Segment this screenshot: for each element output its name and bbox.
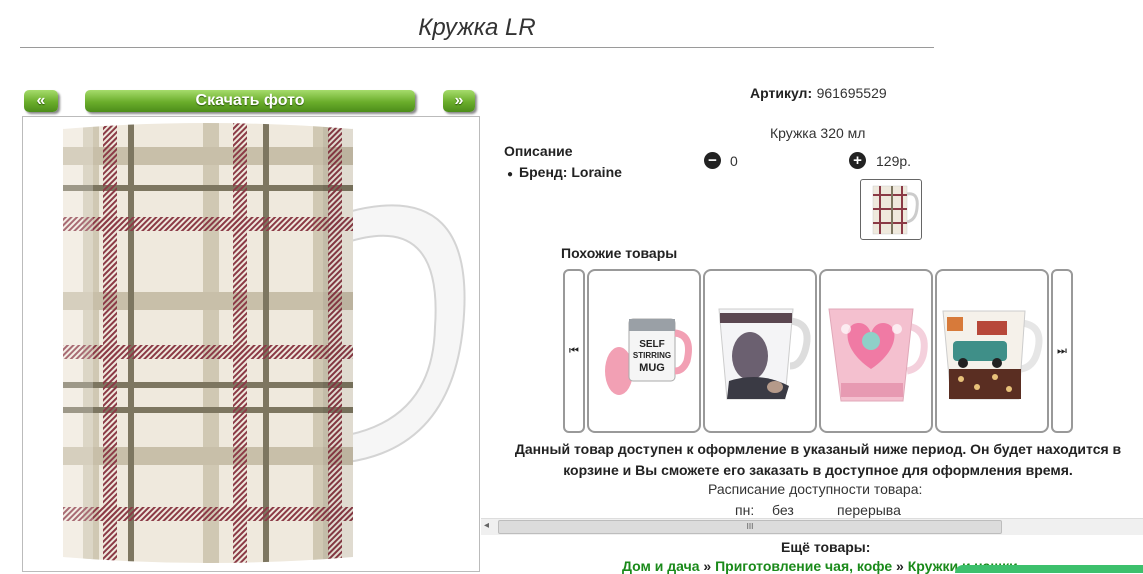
crumb-tea-coffee[interactable]: Приготовление чая, кофе <box>715 558 892 574</box>
article-value: 961695529 <box>816 85 887 101</box>
grey-print-mug-image <box>718 308 811 400</box>
price: 129р. <box>876 153 912 169</box>
schedule-title: Расписание доступности товара: <box>708 481 923 497</box>
photo-thumbnail[interactable] <box>860 179 922 240</box>
more-title: Ещё товары: <box>781 539 871 555</box>
plaid-mug-image <box>62 119 466 563</box>
similar-item-pink-heart-mug[interactable] <box>819 269 933 433</box>
crumb-separator: » <box>896 558 904 574</box>
availability-notice: Данный товар доступен к оформление в ука… <box>514 441 1122 478</box>
bullet-icon: ● <box>507 169 514 180</box>
plaid-mug-thumb <box>872 185 919 235</box>
carousel-next-button[interactable]: ⏭ <box>1051 269 1073 433</box>
quantity-value: 0 <box>730 153 738 169</box>
schedule-day: пн: <box>735 502 755 518</box>
product-name: Кружка 320 мл <box>770 125 866 141</box>
mug-print-line3: MUG <box>639 362 665 374</box>
similar-item-self-stirring-mug[interactable]: SELF STIRRING MUG <box>587 269 701 433</box>
next-photo-button[interactable]: » <box>443 90 475 112</box>
crumb-separator: » <box>703 558 712 574</box>
article-label: Артикул: <box>750 85 813 101</box>
minus-icon[interactable]: − <box>704 152 721 169</box>
similar-item-grey-print-mug[interactable] <box>703 269 817 433</box>
product-photo[interactable] <box>22 116 480 572</box>
download-photo-button[interactable]: Скачать фото <box>85 90 415 112</box>
mug-print-line2: STIRRING <box>633 351 671 360</box>
car-print-mug-image <box>942 310 1043 400</box>
brand-item: ● Бренд: Loraine <box>507 164 622 182</box>
page-title: Кружка LR <box>418 14 536 41</box>
schedule-without: без <box>772 502 794 518</box>
pink-heart-mug-image <box>828 308 928 402</box>
description-label: Описание <box>504 143 573 159</box>
plus-icon[interactable]: + <box>849 152 866 169</box>
schedule-breaks: перерыва <box>837 502 901 518</box>
skip-back-icon: ⏮ <box>569 345 579 357</box>
scroll-left-icon[interactable]: ◂ <box>484 520 489 531</box>
article-row: Артикул: 961695529 <box>750 85 887 103</box>
similar-item-car-print-mug[interactable] <box>935 269 1049 433</box>
similar-title: Похожие товары <box>561 245 678 261</box>
brand-label: Бренд: Loraine <box>519 164 622 180</box>
mug-print-line1: SELF <box>639 339 665 350</box>
chat-widget-tab[interactable] <box>955 565 1143 573</box>
scroll-grip-icon: III <box>746 522 754 531</box>
crumb-home-garden[interactable]: Дом и дача <box>622 558 700 574</box>
self-stirring-mug-image: SELF STIRRING MUG <box>605 318 692 395</box>
title-divider <box>20 47 934 48</box>
carousel-prev-button[interactable]: ⏮ <box>563 269 585 433</box>
skip-forward-icon: ⏭ <box>1057 345 1067 357</box>
scrollbar-thumb[interactable]: III <box>498 520 1002 534</box>
prev-photo-button[interactable]: « <box>24 90 58 112</box>
